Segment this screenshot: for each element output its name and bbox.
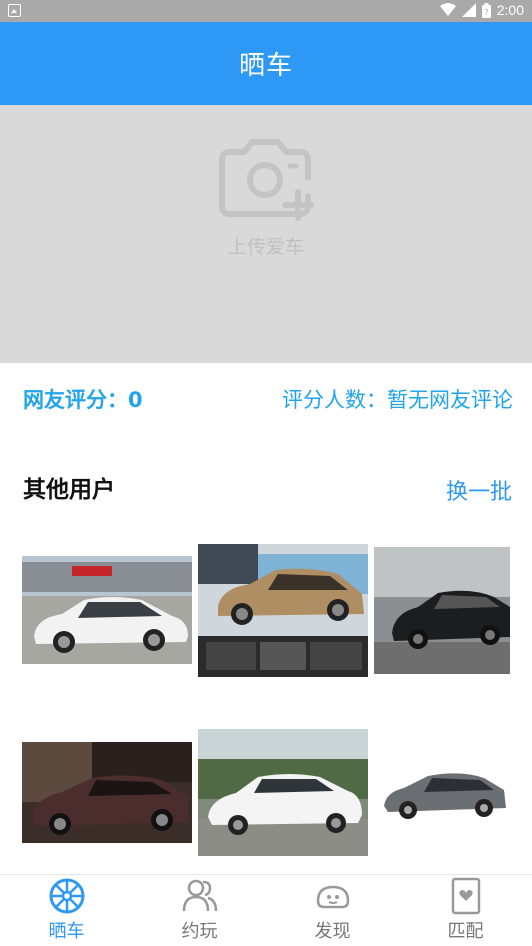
tab-label: 匹配 <box>447 921 484 942</box>
tab-label: 约玩 <box>181 921 218 942</box>
status-bar: ? 2:00 <box>0 0 532 22</box>
camera-plus-icon <box>219 139 314 221</box>
clock: 2:00 <box>496 2 524 18</box>
black-sedan-photo <box>374 547 510 674</box>
rating-row: 网友评分：0 评分人数：暂无网友评论 <box>0 384 532 416</box>
status-icons: ? 2:00 <box>439 2 524 18</box>
tab-match[interactable]: 匹配 <box>399 875 532 946</box>
car-tile-4[interactable] <box>22 742 192 843</box>
car-tile-6[interactable] <box>380 760 510 824</box>
car-tile-2[interactable] <box>198 544 368 677</box>
gold-sedan-photo <box>198 544 368 677</box>
grey-sedan-photo <box>380 760 510 824</box>
page-title: 晒车 <box>238 51 293 81</box>
app-bar: 晒车 <box>0 22 532 105</box>
wheel-icon <box>49 878 84 914</box>
rating-count: 评分人数：暂无网友评论 <box>282 388 513 412</box>
white-sedan-photo <box>22 556 192 664</box>
card-heart-icon <box>451 877 480 915</box>
signal-icon <box>461 3 476 17</box>
wifi-icon <box>439 3 456 16</box>
bottom-tab-bar: 晒车 约玩 发现 匹配 <box>0 874 532 946</box>
tab-discover[interactable]: 发现 <box>266 875 399 946</box>
tab-label: 发现 <box>314 921 351 942</box>
upload-label: 上传爱车 <box>227 236 304 258</box>
refresh-button[interactable]: 换一批 <box>446 474 512 506</box>
tab-label: 晒车 <box>48 921 85 942</box>
upload-car-area[interactable]: 上传爱车 <box>0 105 532 363</box>
tab-show-car[interactable]: 晒车 <box>0 875 133 946</box>
section-title: 其他用户 <box>23 477 115 503</box>
car-tile-5[interactable] <box>198 729 368 856</box>
white-compact-photo <box>198 729 368 856</box>
maroon-sedan-photo <box>22 742 192 843</box>
face-icon <box>316 885 349 909</box>
users-icon <box>182 879 217 912</box>
notification-icon <box>8 4 21 17</box>
tab-meetup[interactable]: 约玩 <box>133 875 266 946</box>
svg-text:?: ? <box>484 8 488 17</box>
car-tile-3[interactable] <box>374 547 510 674</box>
battery-icon: ? <box>481 2 491 18</box>
rating-score: 网友评分：0 <box>23 388 143 412</box>
car-tile-1[interactable] <box>22 556 192 664</box>
